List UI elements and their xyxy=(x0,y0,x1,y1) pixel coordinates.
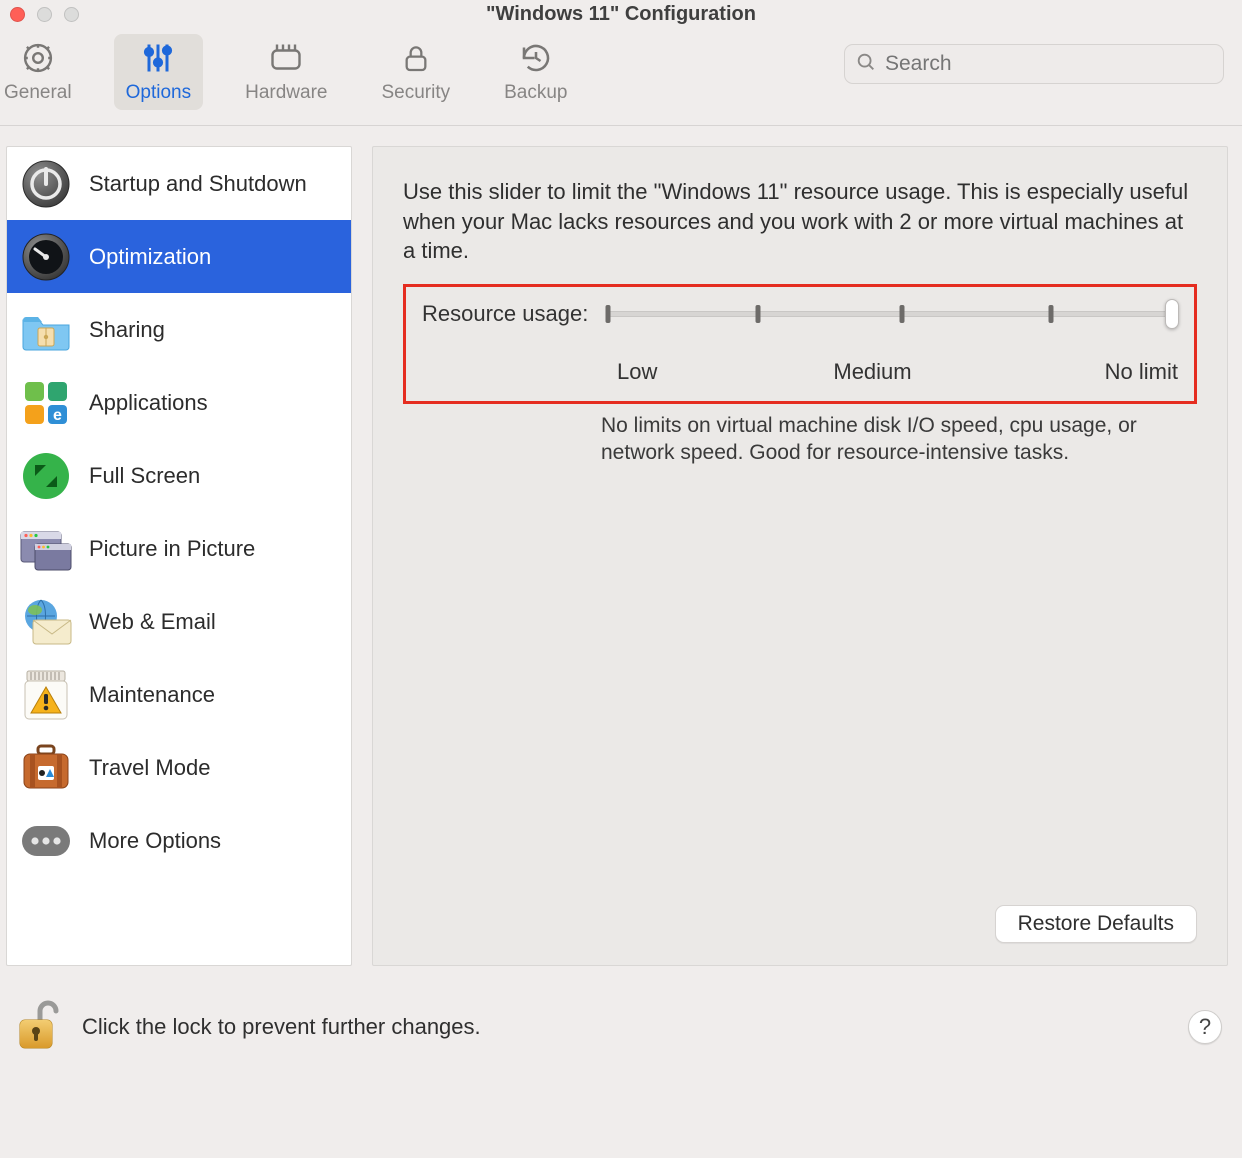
tab-label: General xyxy=(4,82,72,104)
tick-label-medium: Medium xyxy=(727,359,1018,385)
sidebar-item-startup-shutdown[interactable]: Startup and Shutdown xyxy=(7,147,351,220)
resource-usage-label: Resource usage: xyxy=(422,301,588,327)
tab-general[interactable]: General xyxy=(0,34,84,110)
search-input[interactable] xyxy=(885,52,1213,76)
unlock-icon[interactable] xyxy=(14,996,64,1057)
sidebar-item-label: Optimization xyxy=(89,244,211,270)
sidebar-item-more-options[interactable]: More Options xyxy=(7,804,351,877)
toolbar-tabs: General Options Hardware xyxy=(0,34,579,110)
tab-label: Hardware xyxy=(245,82,327,104)
settings-panel: Use this slider to limit the "Windows 11… xyxy=(372,146,1228,966)
sidebar-item-web-email[interactable]: Web & Email xyxy=(7,585,351,658)
fullscreen-icon xyxy=(19,449,73,503)
sidebar-item-optimization[interactable]: Optimization xyxy=(7,220,351,293)
sidebar-item-maintenance[interactable]: Maintenance xyxy=(7,658,351,731)
close-window-button[interactable] xyxy=(10,7,25,22)
svg-text:e: e xyxy=(53,407,62,424)
sidebar-item-label: Travel Mode xyxy=(89,755,210,781)
sidebar-item-full-screen[interactable]: Full Screen xyxy=(7,439,351,512)
titlebar: "Windows 11" Configuration xyxy=(0,0,1242,28)
sidebar-item-label: Web & Email xyxy=(89,609,216,635)
tab-security[interactable]: Security xyxy=(369,34,462,110)
search-box[interactable] xyxy=(844,44,1224,84)
tab-label: Security xyxy=(381,82,450,104)
panel-intro-text: Use this slider to limit the "Windows 11… xyxy=(403,177,1197,266)
sidebar-item-applications[interactable]: e Applications xyxy=(7,366,351,439)
tab-label: Options xyxy=(126,82,191,104)
sidebar-item-sharing[interactable]: Sharing xyxy=(7,293,351,366)
cpu-icon xyxy=(264,38,308,78)
sidebar-item-label: Maintenance xyxy=(89,682,215,708)
apps-icon: e xyxy=(19,376,73,430)
sidebar-item-label: Applications xyxy=(89,390,208,416)
content-area: Startup and Shutdown Optimization xyxy=(0,126,1242,966)
highlighted-region: Resource usage: Low Medium No limit xyxy=(403,284,1197,404)
sidebar-item-label: Full Screen xyxy=(89,463,200,489)
tab-label: Backup xyxy=(504,82,567,104)
pip-icon xyxy=(19,522,73,576)
suitcase-icon xyxy=(19,741,73,795)
minimize-window-button[interactable] xyxy=(37,7,52,22)
slider-tick-labels: Low Medium No limit xyxy=(422,359,1178,385)
zoom-window-button[interactable] xyxy=(64,7,79,22)
web-email-icon xyxy=(19,595,73,649)
help-button[interactable]: ? xyxy=(1188,1010,1222,1044)
gauge-icon xyxy=(19,230,73,284)
toolbar: General Options Hardware xyxy=(0,28,1242,126)
sidebar-item-label: More Options xyxy=(89,828,221,854)
slider-description: No limits on virtual machine disk I/O sp… xyxy=(403,412,1197,467)
help-label: ? xyxy=(1199,1014,1211,1040)
time-machine-icon xyxy=(514,38,558,78)
sidebar-item-label: Sharing xyxy=(89,317,165,343)
restore-defaults-button[interactable]: Restore Defaults xyxy=(995,905,1197,943)
gear-icon xyxy=(16,38,60,78)
lock-icon xyxy=(394,38,438,78)
tab-hardware[interactable]: Hardware xyxy=(233,34,339,110)
tick-label-no-limit: No limit xyxy=(1018,359,1178,385)
sidebar-item-picture-in-picture[interactable]: Picture in Picture xyxy=(7,512,351,585)
lock-row: Click the lock to prevent further change… xyxy=(0,966,1242,1057)
sidebar-item-label: Picture in Picture xyxy=(89,536,255,562)
sidebar-item-label: Startup and Shutdown xyxy=(89,171,307,197)
lock-text: Click the lock to prevent further change… xyxy=(82,1014,481,1040)
window-title: "Windows 11" Configuration xyxy=(0,3,1242,26)
sidebar-item-travel-mode[interactable]: Travel Mode xyxy=(7,731,351,804)
tab-options[interactable]: Options xyxy=(114,34,203,110)
sliders-icon xyxy=(136,38,180,78)
maintenance-icon xyxy=(19,668,73,722)
tick-label-low: Low xyxy=(617,359,727,385)
sidebar: Startup and Shutdown Optimization xyxy=(6,146,352,966)
folder-sharing-icon xyxy=(19,303,73,357)
more-icon xyxy=(19,814,73,868)
resource-usage-slider[interactable] xyxy=(602,297,1178,331)
power-icon xyxy=(19,157,73,211)
search-icon xyxy=(855,51,877,78)
window-controls xyxy=(10,7,79,22)
tab-backup[interactable]: Backup xyxy=(492,34,579,110)
